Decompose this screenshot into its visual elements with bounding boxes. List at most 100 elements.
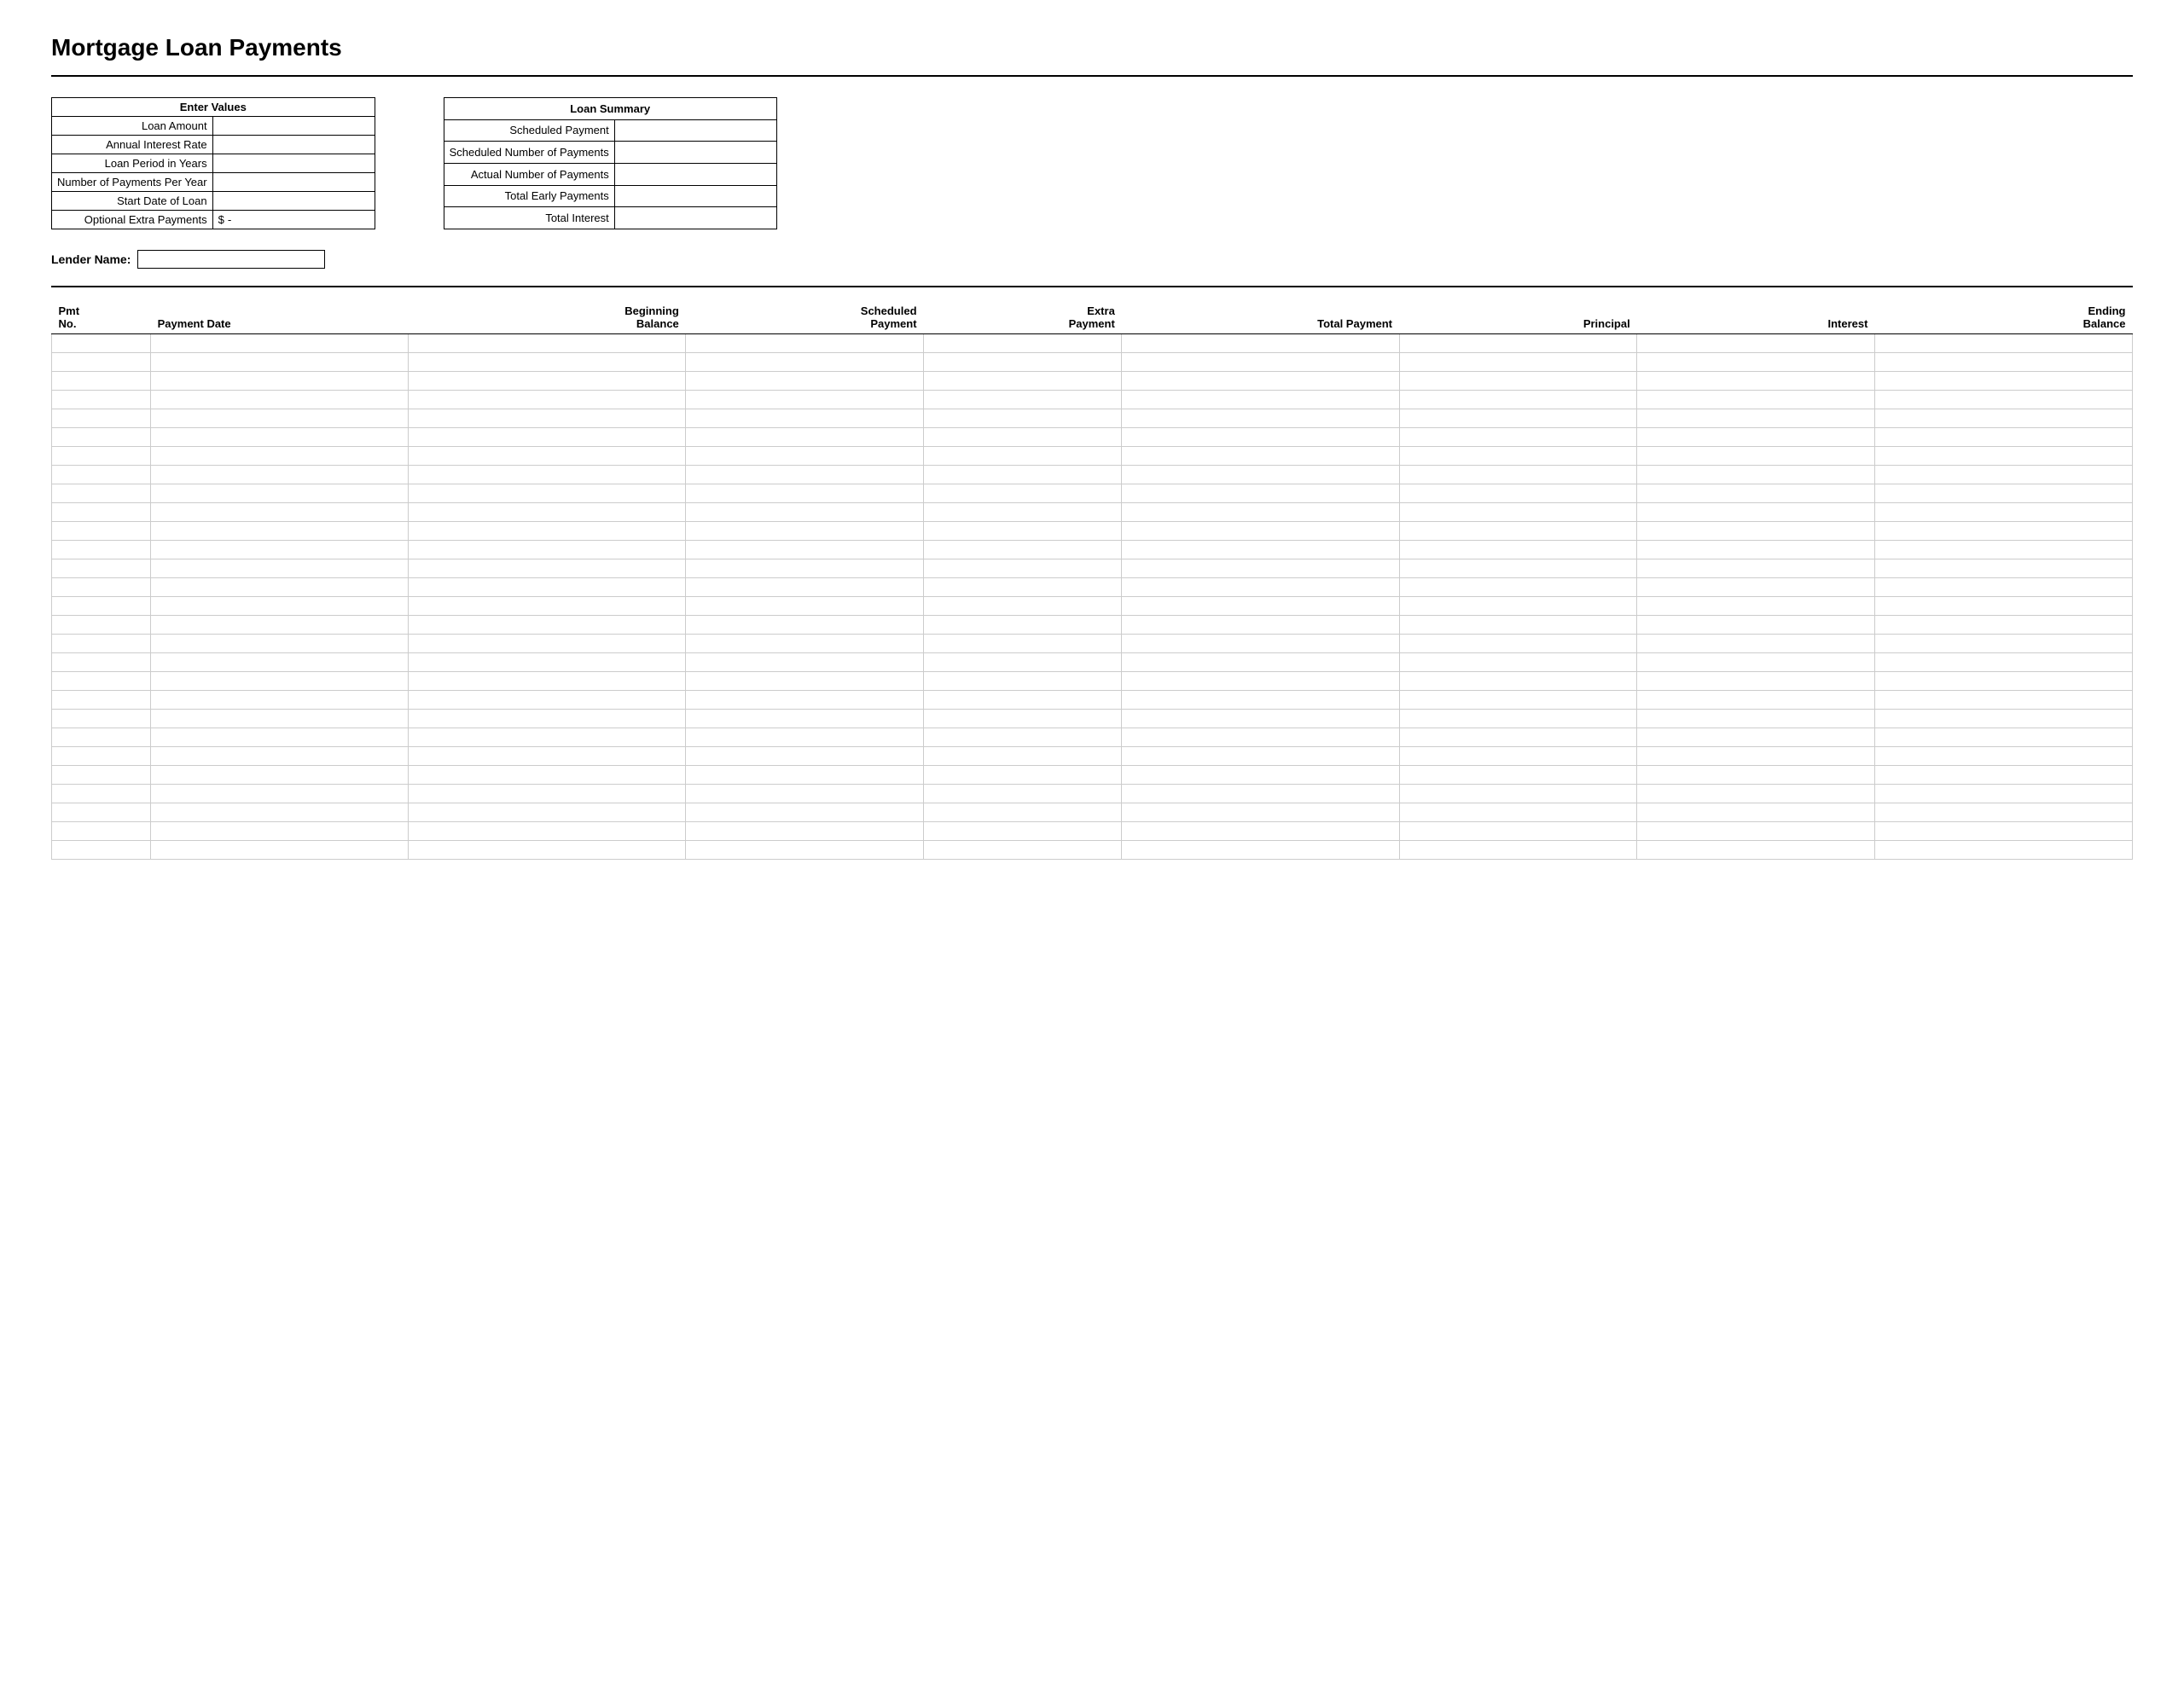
table-cell[interactable] [409, 428, 686, 447]
table-cell[interactable] [1637, 541, 1875, 559]
table-cell[interactable] [1122, 785, 1399, 803]
table-cell[interactable] [686, 372, 924, 391]
table-cell[interactable] [1874, 728, 2132, 747]
table-cell[interactable] [52, 559, 151, 578]
table-cell[interactable] [52, 353, 151, 372]
table-cell[interactable] [686, 409, 924, 428]
table-cell[interactable] [1637, 466, 1875, 484]
table-cell[interactable] [52, 466, 151, 484]
table-cell[interactable] [409, 353, 686, 372]
table-cell[interactable] [1637, 672, 1875, 691]
table-cell[interactable] [52, 841, 151, 860]
table-cell[interactable] [52, 672, 151, 691]
table-cell[interactable] [1122, 522, 1399, 541]
table-cell[interactable] [52, 691, 151, 710]
table-cell[interactable] [151, 541, 409, 559]
table-cell[interactable] [151, 710, 409, 728]
payments-per-year-input[interactable] [212, 173, 375, 192]
table-cell[interactable] [151, 522, 409, 541]
table-cell[interactable] [409, 803, 686, 822]
table-cell[interactable] [52, 822, 151, 841]
table-cell[interactable] [409, 466, 686, 484]
table-cell[interactable] [1122, 747, 1399, 766]
extra-payments-input[interactable] [228, 213, 296, 226]
table-cell[interactable] [1399, 691, 1637, 710]
table-cell[interactable] [1122, 578, 1399, 597]
table-cell[interactable] [924, 578, 1122, 597]
table-cell[interactable] [52, 372, 151, 391]
table-cell[interactable] [686, 541, 924, 559]
table-cell[interactable] [1874, 710, 2132, 728]
table-cell[interactable] [1874, 803, 2132, 822]
table-cell[interactable] [52, 747, 151, 766]
table-cell[interactable] [686, 841, 924, 860]
table-cell[interactable] [52, 334, 151, 353]
table-cell[interactable] [1122, 541, 1399, 559]
table-cell[interactable] [151, 372, 409, 391]
table-cell[interactable] [1122, 334, 1399, 353]
table-cell[interactable] [924, 653, 1122, 672]
table-cell[interactable] [1122, 691, 1399, 710]
table-cell[interactable] [409, 691, 686, 710]
table-cell[interactable] [409, 503, 686, 522]
table-cell[interactable] [52, 522, 151, 541]
table-cell[interactable] [151, 578, 409, 597]
table-cell[interactable] [1637, 841, 1875, 860]
table-cell[interactable] [1399, 428, 1637, 447]
table-cell[interactable] [686, 391, 924, 409]
table-cell[interactable] [409, 409, 686, 428]
table-cell[interactable] [1399, 710, 1637, 728]
table-cell[interactable] [686, 334, 924, 353]
table-cell[interactable] [1399, 672, 1637, 691]
table-cell[interactable] [1122, 409, 1399, 428]
table-cell[interactable] [1637, 653, 1875, 672]
table-cell[interactable] [1637, 785, 1875, 803]
table-cell[interactable] [1874, 559, 2132, 578]
table-cell[interactable] [409, 710, 686, 728]
table-cell[interactable] [924, 822, 1122, 841]
table-cell[interactable] [1122, 822, 1399, 841]
table-cell[interactable] [1399, 334, 1637, 353]
table-cell[interactable] [409, 391, 686, 409]
table-cell[interactable] [686, 503, 924, 522]
table-cell[interactable] [1637, 428, 1875, 447]
table-cell[interactable] [1122, 372, 1399, 391]
table-cell[interactable] [686, 747, 924, 766]
table-cell[interactable] [686, 635, 924, 653]
table-cell[interactable] [1399, 616, 1637, 635]
table-cell[interactable] [52, 710, 151, 728]
table-cell[interactable] [924, 785, 1122, 803]
table-cell[interactable] [52, 728, 151, 747]
table-cell[interactable] [151, 409, 409, 428]
table-cell[interactable] [924, 766, 1122, 785]
table-cell[interactable] [409, 841, 686, 860]
table-cell[interactable] [686, 466, 924, 484]
table-cell[interactable] [1874, 672, 2132, 691]
table-cell[interactable] [1399, 841, 1637, 860]
table-cell[interactable] [686, 616, 924, 635]
table-cell[interactable] [1122, 353, 1399, 372]
table-cell[interactable] [924, 522, 1122, 541]
table-cell[interactable] [924, 710, 1122, 728]
table-cell[interactable] [1637, 822, 1875, 841]
table-cell[interactable] [686, 728, 924, 747]
actual-num-value[interactable] [614, 163, 776, 185]
table-cell[interactable] [924, 803, 1122, 822]
total-early-value[interactable] [614, 185, 776, 207]
table-cell[interactable] [409, 559, 686, 578]
table-cell[interactable] [151, 428, 409, 447]
table-cell[interactable] [52, 597, 151, 616]
table-cell[interactable] [151, 597, 409, 616]
table-cell[interactable] [1637, 391, 1875, 409]
table-cell[interactable] [1637, 372, 1875, 391]
table-cell[interactable] [151, 653, 409, 672]
table-cell[interactable] [686, 785, 924, 803]
table-cell[interactable] [924, 747, 1122, 766]
table-cell[interactable] [1122, 428, 1399, 447]
table-cell[interactable] [1637, 503, 1875, 522]
table-cell[interactable] [1637, 766, 1875, 785]
table-cell[interactable] [151, 466, 409, 484]
table-cell[interactable] [1874, 409, 2132, 428]
table-cell[interactable] [1399, 541, 1637, 559]
table-cell[interactable] [924, 672, 1122, 691]
